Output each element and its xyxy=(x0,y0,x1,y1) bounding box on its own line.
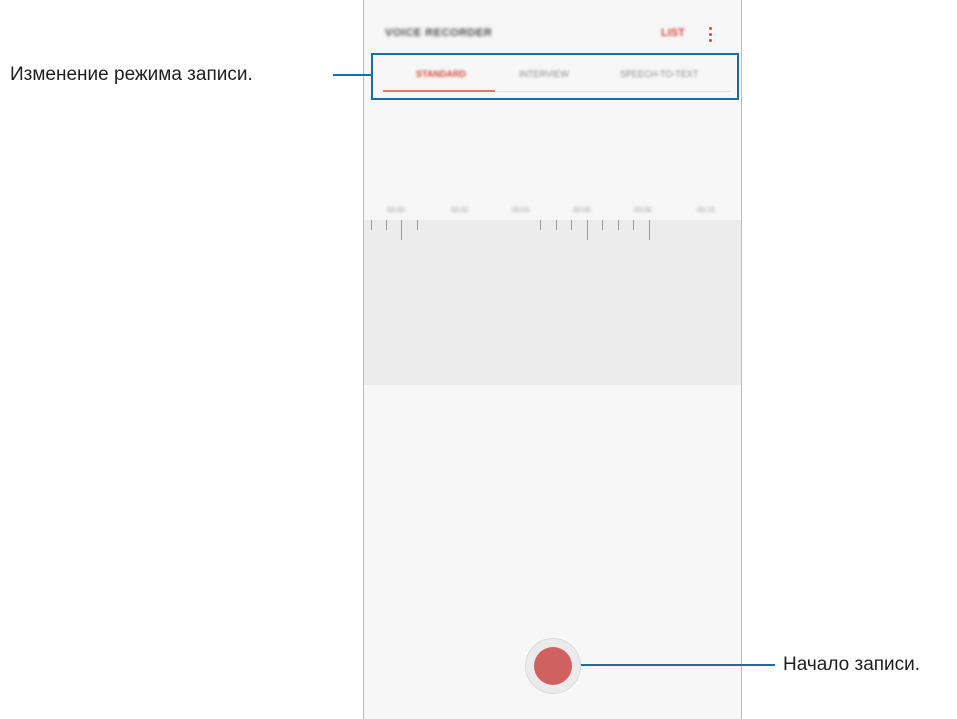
app-bar: VOICE RECORDER LIST xyxy=(364,0,741,52)
record-icon xyxy=(534,647,572,685)
timeline-tick xyxy=(618,220,619,230)
timeline-tick xyxy=(417,220,418,230)
phone-screen: VOICE RECORDER LIST STANDARD INTERVIEW S… xyxy=(363,0,742,719)
mode-callout-text: Изменение режима записи. xyxy=(10,64,253,85)
timeline-tick xyxy=(556,220,557,230)
mode-callout-line xyxy=(333,74,371,76)
app-title: VOICE RECORDER xyxy=(385,27,493,39)
timeline-label: 00:08 xyxy=(634,207,652,214)
waveform-area xyxy=(364,220,741,385)
timeline-tick xyxy=(540,220,541,230)
more-vertical-icon[interactable] xyxy=(708,25,714,43)
list-button[interactable]: LIST xyxy=(661,27,685,39)
timeline-label: 00:00 xyxy=(387,207,405,214)
record-callout-line xyxy=(581,664,775,666)
timeline-label: 00:10 xyxy=(697,207,715,214)
timeline-tick xyxy=(401,220,402,240)
record-callout-text: Начало записи. xyxy=(783,654,921,675)
timeline-tick xyxy=(587,220,588,240)
timeline-tick xyxy=(649,220,650,240)
timeline-tick xyxy=(602,220,603,230)
timeline-tick xyxy=(386,220,387,230)
timeline-label: 00:06 xyxy=(573,207,591,214)
timeline-label: 00:02 xyxy=(451,207,469,214)
timeline-tick xyxy=(371,220,372,230)
timeline-tick xyxy=(571,220,572,230)
record-button[interactable] xyxy=(525,638,581,694)
timeline-tick xyxy=(633,220,634,230)
mode-tabs-highlight xyxy=(371,53,739,100)
timeline-label: 00:04 xyxy=(512,207,530,214)
